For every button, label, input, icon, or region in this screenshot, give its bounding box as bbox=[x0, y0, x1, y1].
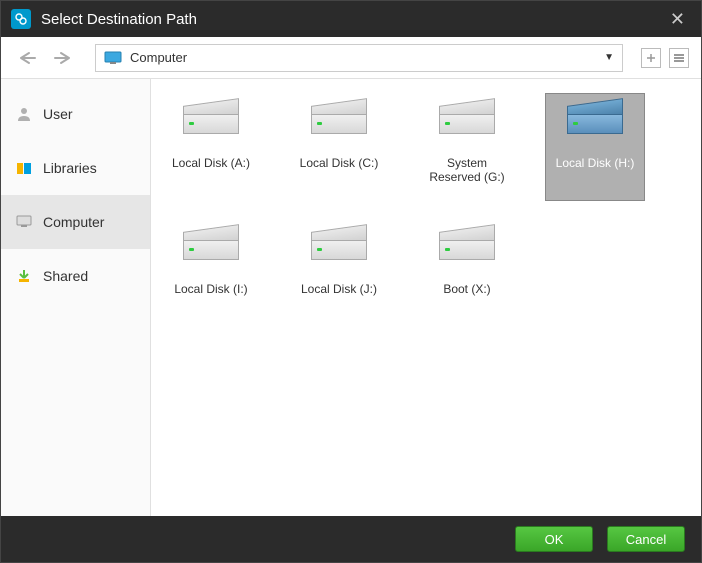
sidebar-item-user[interactable]: User bbox=[1, 87, 150, 141]
path-breadcrumb[interactable]: Computer ▼ bbox=[95, 44, 623, 72]
disk-icon bbox=[311, 228, 367, 268]
disk-icon bbox=[567, 102, 623, 142]
sidebar-item-shared[interactable]: Shared bbox=[1, 249, 150, 303]
new-folder-button[interactable] bbox=[641, 48, 661, 68]
drive-label: System Reserved (G:) bbox=[420, 156, 514, 185]
dialog-title: Select Destination Path bbox=[41, 11, 664, 28]
sidebar-item-label: Libraries bbox=[43, 160, 97, 176]
sidebar-item-label: Shared bbox=[43, 268, 88, 284]
shared-icon bbox=[15, 267, 33, 285]
computer-icon bbox=[104, 51, 122, 65]
path-text: Computer bbox=[130, 50, 604, 65]
libraries-icon bbox=[15, 159, 33, 177]
sidebar-item-label: Computer bbox=[43, 214, 104, 230]
drive-label: Boot (X:) bbox=[443, 282, 490, 296]
drive-item[interactable]: Local Disk (H:) bbox=[545, 93, 645, 201]
drive-grid: Local Disk (A:) Local Disk (C:) System R… bbox=[161, 93, 691, 327]
drive-item[interactable]: Local Disk (C:) bbox=[289, 93, 389, 201]
dialog-window: Select Destination Path ✕ Computer ▼ bbox=[0, 0, 702, 563]
disk-icon bbox=[311, 102, 367, 142]
drive-label: Local Disk (H:) bbox=[556, 156, 635, 170]
drive-item[interactable]: Boot (X:) bbox=[417, 219, 517, 327]
drive-label: Local Disk (J:) bbox=[301, 282, 377, 296]
sidebar: User Libraries Computer Shared bbox=[1, 79, 151, 516]
drive-label: Local Disk (C:) bbox=[300, 156, 379, 170]
drive-item[interactable]: Local Disk (A:) bbox=[161, 93, 261, 201]
disk-icon bbox=[439, 228, 495, 268]
drive-item[interactable]: Local Disk (J:) bbox=[289, 219, 389, 327]
disk-icon bbox=[439, 102, 495, 142]
drive-item[interactable]: System Reserved (G:) bbox=[417, 93, 517, 201]
view-mode-button[interactable] bbox=[669, 48, 689, 68]
footer: OK Cancel bbox=[1, 516, 701, 562]
drive-label: Local Disk (I:) bbox=[174, 282, 247, 296]
content-pane: Local Disk (A:) Local Disk (C:) System R… bbox=[151, 79, 701, 516]
app-icon bbox=[11, 9, 31, 29]
ok-button[interactable]: OK bbox=[515, 526, 593, 552]
dialog-body: User Libraries Computer Shared bbox=[1, 79, 701, 516]
drive-label: Local Disk (A:) bbox=[172, 156, 250, 170]
disk-icon bbox=[183, 102, 239, 142]
sidebar-item-computer[interactable]: Computer bbox=[1, 195, 150, 249]
titlebar: Select Destination Path ✕ bbox=[1, 1, 701, 37]
drive-item[interactable]: Local Disk (I:) bbox=[161, 219, 261, 327]
forward-button[interactable] bbox=[49, 44, 77, 72]
toolbar: Computer ▼ bbox=[1, 37, 701, 79]
sidebar-item-label: User bbox=[43, 106, 73, 122]
chevron-down-icon[interactable]: ▼ bbox=[604, 52, 614, 63]
back-button[interactable] bbox=[13, 44, 41, 72]
disk-icon bbox=[183, 228, 239, 268]
user-icon bbox=[15, 105, 33, 123]
computer-icon bbox=[15, 213, 33, 231]
sidebar-item-libraries[interactable]: Libraries bbox=[1, 141, 150, 195]
cancel-button[interactable]: Cancel bbox=[607, 526, 685, 552]
close-icon[interactable]: ✕ bbox=[664, 9, 691, 30]
